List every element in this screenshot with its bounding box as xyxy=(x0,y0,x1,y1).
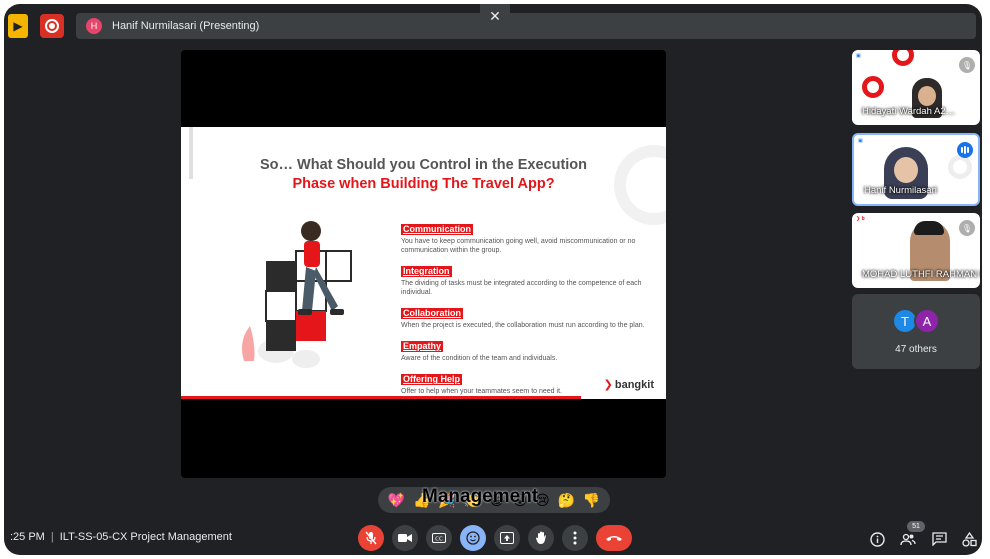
participant-tile[interactable]: ▣ 🎙 Hidayati Wardah A2… xyxy=(852,50,980,125)
presentation-slide: So… What Should you Control in the Execu… xyxy=(181,127,666,399)
hang-up-icon xyxy=(606,536,622,541)
participant-face xyxy=(918,86,936,106)
chat-icon xyxy=(931,532,947,546)
hand-icon xyxy=(536,531,546,544)
mic-toggle-button[interactable] xyxy=(358,525,384,551)
reaction-thinking[interactable]: 🤔 xyxy=(557,493,574,507)
activities-button[interactable] xyxy=(960,530,978,548)
recording-button[interactable] xyxy=(40,14,64,38)
participants-button[interactable] xyxy=(899,530,917,548)
slide-item-text: The dividing of tasks must be integrated… xyxy=(401,280,642,296)
slide-list-item: Collaboration When the project is execut… xyxy=(401,303,646,330)
slide-list-item: Integration The dividing of tasks must b… xyxy=(401,261,646,297)
captions-button[interactable]: CC xyxy=(426,525,452,551)
background-decoration xyxy=(948,155,972,179)
present-now-button[interactable] xyxy=(494,525,520,551)
others-count: 47 others xyxy=(895,344,937,355)
slide-list-item: Communication You have to keep communica… xyxy=(401,219,646,255)
avatar: A xyxy=(914,308,940,334)
camera-icon xyxy=(398,534,412,542)
chat-button[interactable] xyxy=(930,530,948,548)
reactions-button[interactable] xyxy=(460,525,486,551)
participant-tile[interactable]: ▣ Hanif Nurmilasari xyxy=(852,133,980,206)
slide-item-text: When the project is executed, the collab… xyxy=(401,322,645,329)
slide-footer-line xyxy=(181,396,581,399)
slide-item-heading: Empathy xyxy=(401,341,444,352)
participant-count-badge: 51 xyxy=(907,521,925,532)
mic-off-icon: 🎙 xyxy=(959,220,975,236)
participant-face xyxy=(894,157,918,183)
caption-text: Management xyxy=(422,486,539,507)
slide-item-heading: Communication xyxy=(401,224,474,235)
present-icon[interactable]: ▶ xyxy=(8,14,28,38)
participant-tile[interactable]: ❯ b 🎙 MOHAD LUTHFI RAHMAN D… xyxy=(852,213,980,288)
camera-toggle-button[interactable] xyxy=(392,525,418,551)
shapes-icon xyxy=(961,531,977,547)
slide-item-heading: Collaboration xyxy=(401,308,463,319)
others-tile[interactable]: T A 47 others xyxy=(852,294,980,369)
slide-item-heading: Integration xyxy=(401,266,452,277)
others-avatars: T A xyxy=(892,308,940,334)
tile-logo: ▣ xyxy=(858,138,863,144)
slide-subtitle: Phase when Building The Travel App? xyxy=(292,176,555,192)
presenting-banner: H Hanif Nurmilasari (Presenting) xyxy=(76,13,976,39)
meeting-info: :25 PM | ILT-SS-05-CX Project Management xyxy=(10,531,232,543)
meet-window: ▶ H Hanif Nurmilasari (Presenting) ✕ So…… xyxy=(4,4,982,555)
speaking-indicator-icon xyxy=(957,142,973,158)
leave-call-button[interactable] xyxy=(596,525,632,551)
more-vert-icon xyxy=(573,531,577,545)
record-icon xyxy=(45,19,59,33)
slide-item-text: Aware of the condition of the team and i… xyxy=(401,355,558,362)
slide-list: Communication You have to keep communica… xyxy=(401,219,646,399)
meeting-name: ILT-SS-05-CX Project Management xyxy=(59,531,232,543)
participant-name: Hidayati Wardah A2… xyxy=(862,106,956,117)
captions-icon: CC xyxy=(432,533,446,543)
svg-text:CC: CC xyxy=(435,537,443,543)
slide-item-text: You have to keep communication going wel… xyxy=(401,238,636,254)
emoji-icon xyxy=(466,531,480,545)
bangkit-logo: ❯ bangkit xyxy=(603,379,654,391)
people-icon xyxy=(900,533,916,545)
participant-name: Hanif Nurmilasari xyxy=(864,185,937,196)
puzzle-illustration xyxy=(242,221,352,368)
tile-logo: ❯ b xyxy=(856,216,865,222)
slide-item-heading: Offering Help xyxy=(401,374,463,385)
participant-name: MOHAD LUTHFI RAHMAN D… xyxy=(862,269,980,280)
meeting-details-button[interactable] xyxy=(868,530,886,548)
slide-title: So… What Should you Control in the Execu… xyxy=(259,157,588,173)
tile-logo: ▣ xyxy=(856,53,861,59)
presenter-label: Hanif Nurmilasari (Presenting) xyxy=(112,20,260,32)
reaction-thumbs-down[interactable]: 👎 xyxy=(583,493,600,507)
raise-hand-button[interactable] xyxy=(528,525,554,551)
mic-off-icon: 🎙 xyxy=(959,57,975,73)
info-icon xyxy=(869,531,885,547)
background-decoration xyxy=(892,50,914,66)
presentation-stage: So… What Should you Control in the Execu… xyxy=(181,50,666,478)
participant-hair xyxy=(914,221,944,235)
slide-list-item: Empathy Aware of the condition of the te… xyxy=(401,336,646,363)
top-bar: ▶ H Hanif Nurmilasari (Presenting) ✕ xyxy=(4,4,982,44)
reaction-heart[interactable]: 💖 xyxy=(388,493,405,507)
more-options-button[interactable] xyxy=(562,525,588,551)
background-decoration xyxy=(862,76,884,98)
present-screen-icon xyxy=(500,532,514,544)
bottom-bar: :25 PM | ILT-SS-05-CX Project Management C… xyxy=(4,521,982,555)
clock-time: :25 PM xyxy=(10,531,45,543)
mic-off-icon xyxy=(365,531,377,545)
presenter-avatar: H xyxy=(86,18,102,34)
